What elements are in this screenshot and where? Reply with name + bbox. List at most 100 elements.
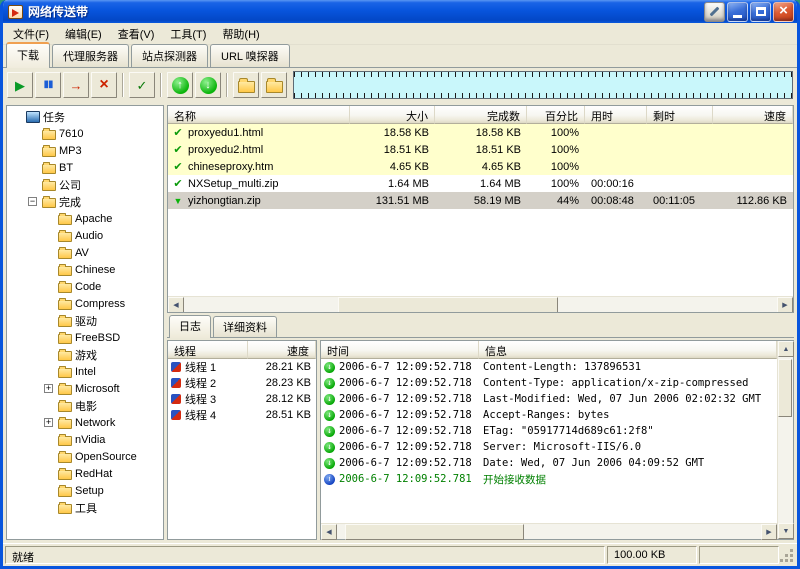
tree-item[interactable]: FreeBSD — [7, 329, 163, 346]
column-header-thread[interactable]: 线程 — [168, 341, 248, 359]
task-name: yizhongtian.zip — [188, 195, 261, 207]
expand-icon[interactable] — [44, 418, 53, 427]
task-row[interactable]: NXSetup_multi.zip 1.64 MB 1.64 MB 100% 0… — [168, 175, 793, 192]
titlebar-tool-icon[interactable] — [704, 2, 725, 22]
tab-url-sniffer[interactable]: URL 嗅探器 — [210, 44, 290, 67]
tab-proxy-server[interactable]: 代理服务器 — [52, 44, 129, 67]
thread-row[interactable]: 线程 3 28.12 KB — [168, 391, 316, 407]
scroll-down-button[interactable]: ▼ — [778, 523, 794, 539]
tree-item[interactable]: nVidia — [7, 431, 163, 448]
menu-bar: 文件(F) 编辑(E) 查看(V) 工具(T) 帮助(H) — [3, 23, 797, 45]
task-list-horizontal-scrollbar[interactable]: ◀ ▶ — [168, 296, 793, 312]
column-header-elapsed[interactable]: 用时 — [585, 106, 647, 124]
scroll-right-button[interactable]: ▶ — [777, 297, 793, 313]
scroll-left-button[interactable]: ◀ — [168, 297, 184, 313]
tree-item[interactable]: 7610 — [7, 125, 163, 142]
column-header-message[interactable]: 信息 — [479, 341, 777, 359]
tree-item[interactable]: 游戏 — [7, 346, 163, 363]
menu-help[interactable]: 帮助(H) — [214, 23, 267, 45]
redownload-button[interactable]: → — [63, 72, 89, 98]
tree-item[interactable]: Code — [7, 278, 163, 295]
collapse-icon[interactable] — [28, 197, 37, 206]
thread-row[interactable]: 线程 4 28.51 KB — [168, 407, 316, 423]
tree-item-tasks[interactable]: 任务 — [7, 108, 163, 125]
scroll-left-button[interactable]: ◀ — [321, 524, 337, 540]
delete-button[interactable]: × — [91, 72, 117, 98]
log-vertical-scrollbar[interactable]: ▲ ▼ — [777, 341, 793, 539]
log-row[interactable]: 2006-6-7 12:09:52.718 Date: Wed, 07 Jun … — [321, 455, 777, 471]
log-row[interactable]: 2006-6-7 12:09:52.718 Last-Modified: Wed… — [321, 391, 777, 407]
tree-item[interactable]: 工具 — [7, 499, 163, 516]
tree-item[interactable]: Intel — [7, 363, 163, 380]
expand-icon[interactable] — [44, 384, 53, 393]
column-header-speed[interactable]: 速度 — [713, 106, 793, 124]
minimize-button[interactable] — [727, 2, 748, 22]
tab-site-explorer[interactable]: 站点探测器 — [131, 44, 208, 67]
column-header-name[interactable]: 名称 — [168, 106, 350, 124]
tree-item[interactable]: 电影 — [7, 397, 163, 414]
tree-item[interactable]: BT — [7, 159, 163, 176]
tree-item[interactable]: RedHat — [7, 465, 163, 482]
scroll-right-button[interactable]: ▶ — [761, 524, 777, 540]
column-header-thread-speed[interactable]: 速度 — [248, 341, 316, 359]
column-header-completed[interactable]: 完成数 — [435, 106, 527, 124]
move-down-button[interactable]: ↓ — [195, 72, 221, 98]
downloading-icon — [172, 195, 184, 207]
menu-view[interactable]: 查看(V) — [110, 23, 163, 45]
log-row[interactable]: 2006-6-7 12:09:52.718 Server: Microsoft-… — [321, 439, 777, 455]
scroll-track[interactable] — [778, 357, 793, 523]
tree-item[interactable]: Compress — [7, 295, 163, 312]
pause-button[interactable]: ▮▮ — [35, 72, 61, 98]
tab-details[interactable]: 详细资料 — [213, 316, 277, 337]
log-row[interactable]: 2006-6-7 12:09:52.718 ETag: "05917714d68… — [321, 423, 777, 439]
verify-button[interactable]: ✓ — [129, 72, 155, 98]
tree-item[interactable]: 驱动 — [7, 312, 163, 329]
menu-edit[interactable]: 编辑(E) — [57, 23, 110, 45]
tree-item[interactable]: OpenSource — [7, 448, 163, 465]
log-horizontal-scrollbar[interactable]: ◀ ▶ — [321, 523, 777, 539]
scroll-thumb[interactable] — [345, 524, 523, 540]
new-task-button[interactable]: ▶ — [7, 72, 33, 98]
task-row[interactable]: chineseproxy.htm 4.65 KB 4.65 KB 100% — [168, 158, 793, 175]
task-row[interactable]: proxyedu1.html 18.58 KB 18.58 KB 100% — [168, 124, 793, 141]
thread-row[interactable]: 线程 1 28.21 KB — [168, 359, 316, 375]
tree-item[interactable]: Setup — [7, 482, 163, 499]
tree-item[interactable]: Apache — [7, 210, 163, 227]
move-up-button[interactable]: ↑ — [167, 72, 193, 98]
column-header-remaining[interactable]: 剩时 — [647, 106, 713, 124]
tree-item[interactable]: 公司 — [7, 176, 163, 193]
maximize-button[interactable] — [750, 2, 771, 22]
browse-folder-button[interactable] — [261, 72, 287, 98]
menu-tools[interactable]: 工具(T) — [162, 23, 214, 45]
title-bar[interactable]: 网络传送带 — [3, 0, 797, 23]
tab-log[interactable]: 日志 — [169, 315, 211, 338]
tree-item[interactable]: Audio — [7, 227, 163, 244]
thread-row[interactable]: 线程 2 28.23 KB — [168, 375, 316, 391]
tree-indent — [42, 418, 55, 427]
open-folder-button[interactable] — [233, 72, 259, 98]
task-row-selected[interactable]: yizhongtian.zip 131.51 MB 58.19 MB 44% 0… — [168, 192, 793, 209]
resize-grip[interactable] — [781, 546, 795, 564]
log-row[interactable]: 2006-6-7 12:09:52.781 开始接收数据 — [321, 471, 777, 487]
tree-item-completed[interactable]: 完成 — [7, 193, 163, 210]
task-row[interactable]: proxyedu2.html 18.51 KB 18.51 KB 100% — [168, 141, 793, 158]
tab-download[interactable]: 下载 — [6, 42, 50, 68]
scroll-track[interactable] — [337, 524, 761, 539]
scroll-track[interactable] — [184, 297, 777, 312]
close-button[interactable] — [773, 2, 794, 22]
scroll-up-button[interactable]: ▲ — [778, 341, 794, 357]
scroll-thumb[interactable] — [778, 359, 792, 417]
bottom-tab-strip: 日志 详细资料 — [167, 318, 794, 338]
log-row[interactable]: 2006-6-7 12:09:52.718 Accept-Ranges: byt… — [321, 407, 777, 423]
log-row[interactable]: 2006-6-7 12:09:52.718 Content-Length: 13… — [321, 359, 777, 375]
tree-item[interactable]: Microsoft — [7, 380, 163, 397]
tree-item[interactable]: Network — [7, 414, 163, 431]
tree-item[interactable]: Chinese — [7, 261, 163, 278]
scroll-thumb[interactable] — [338, 297, 557, 313]
column-header-time[interactable]: 时间 — [321, 341, 479, 359]
tree-item[interactable]: AV — [7, 244, 163, 261]
tree-item[interactable]: MP3 — [7, 142, 163, 159]
column-header-percent[interactable]: 百分比 — [527, 106, 585, 124]
log-row[interactable]: 2006-6-7 12:09:52.718 Content-Type: appl… — [321, 375, 777, 391]
column-header-size[interactable]: 大小 — [350, 106, 435, 124]
